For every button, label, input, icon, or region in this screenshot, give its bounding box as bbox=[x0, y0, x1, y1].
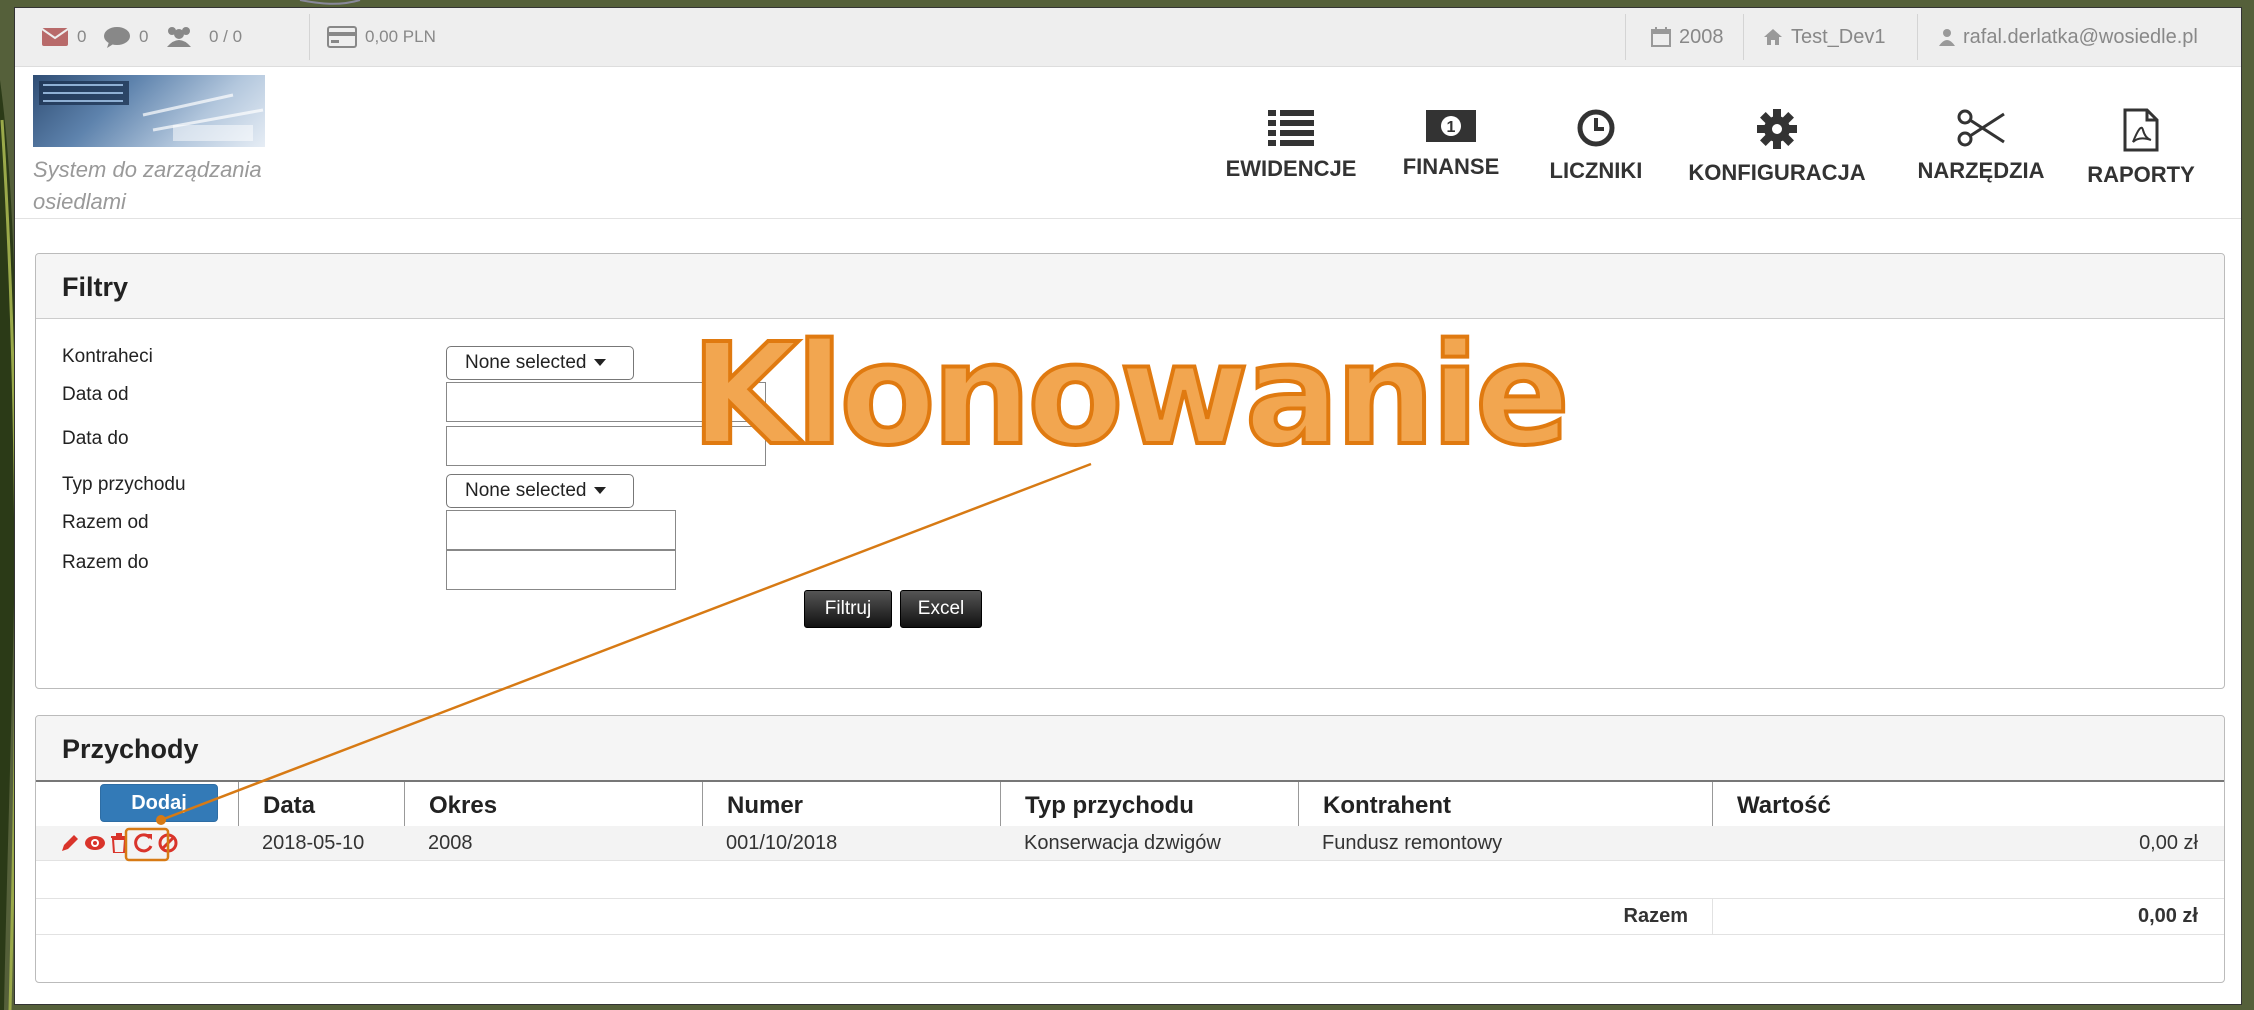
cell-wartosc: 0,00 zł bbox=[2139, 831, 2198, 854]
divider bbox=[1625, 14, 1626, 60]
users-icon bbox=[167, 27, 191, 47]
column-header[interactable]: Okres bbox=[404, 782, 702, 828]
svg-text:1: 1 bbox=[1447, 119, 1456, 136]
nav-narzedzia[interactable]: NARZĘDZIA bbox=[1901, 108, 2061, 198]
nav-label: EWIDENCJE bbox=[1225, 156, 1357, 181]
nav-label: NARZĘDZIA bbox=[1917, 158, 2045, 183]
add-button[interactable]: Dodaj bbox=[100, 784, 218, 822]
environment-selector[interactable]: Test_Dev1 bbox=[1763, 8, 1886, 66]
calendar-icon bbox=[1651, 27, 1671, 47]
divider bbox=[309, 14, 310, 60]
nav-label: KONFIGURACJA bbox=[1688, 160, 1866, 185]
nav-raporty[interactable]: RAPORTY bbox=[2071, 108, 2211, 198]
user-email: rafal.derlatka@wosiedle.pl bbox=[1963, 25, 2198, 48]
top-bar: 0 0 0 / 0 0,00 PLN 2008 Test_Dev1 rafal.… bbox=[15, 8, 2241, 67]
column-header[interactable]: Wartość bbox=[1712, 782, 2224, 828]
column-header[interactable]: Data bbox=[238, 782, 404, 828]
comment-icon bbox=[104, 27, 130, 48]
balance-indicator[interactable]: 0,00 PLN bbox=[327, 8, 436, 66]
typ-przychodu-value: None selected bbox=[465, 480, 587, 501]
kontrahenci-label: Kontraheci bbox=[62, 346, 153, 367]
year-value: 2008 bbox=[1679, 25, 1724, 48]
pdf-icon bbox=[2123, 108, 2159, 152]
razem-do-input[interactable] bbox=[446, 550, 676, 590]
actions-header: Dodaj bbox=[36, 782, 238, 828]
nav-konfiguracja[interactable]: KONFIGURACJA bbox=[1677, 108, 1877, 198]
empty-row bbox=[36, 860, 2224, 899]
filters-title: Filtry bbox=[36, 254, 2224, 319]
row-actions bbox=[36, 826, 238, 860]
app-logo[interactable] bbox=[33, 75, 265, 147]
money-icon: 1 bbox=[1426, 110, 1476, 142]
caret-down-icon bbox=[594, 359, 607, 366]
messages-count: 0 bbox=[77, 27, 87, 46]
column-header[interactable]: Numer bbox=[702, 782, 1000, 828]
data-od-label: Data od bbox=[62, 384, 129, 405]
edit-icon[interactable] bbox=[60, 833, 80, 853]
list-icon bbox=[1268, 110, 1314, 146]
delete-icon[interactable] bbox=[110, 833, 128, 853]
nav-ewidencje[interactable]: EWIDENCJE bbox=[1211, 108, 1371, 198]
column-header[interactable]: Kontrahent bbox=[1298, 782, 1712, 828]
filter-button[interactable]: Filtruj bbox=[804, 590, 892, 628]
gear-icon bbox=[1757, 109, 1797, 149]
table-row[interactable]: 2018-05-10 2008 001/10/2018 Konserwacja … bbox=[36, 826, 2224, 861]
totals-row: Razem 0,00 zł bbox=[36, 898, 2224, 935]
income-panel: Przychody Dodaj Data Okres Numer Typ prz… bbox=[35, 715, 2225, 983]
logo-image bbox=[39, 81, 264, 141]
envelope-icon bbox=[41, 28, 69, 46]
home-icon bbox=[1764, 29, 1782, 45]
typ-przychodu-label: Typ przychodu bbox=[62, 474, 186, 495]
typ-przychodu-multiselect[interactable]: None selected bbox=[446, 474, 634, 508]
total-label: Razem bbox=[1623, 904, 1688, 927]
messages-indicator[interactable]: 0 bbox=[41, 8, 86, 66]
cell-okres: 2008 bbox=[428, 831, 473, 854]
nav-liczniki[interactable]: LICZNIKI bbox=[1531, 108, 1661, 198]
app-tagline: System do zarządzania osiedlami bbox=[33, 157, 262, 214]
user-menu[interactable]: rafal.derlatka@wosiedle.pl bbox=[1939, 8, 2198, 66]
scissors-icon bbox=[1957, 109, 2005, 147]
caret-down-icon bbox=[594, 487, 607, 494]
divider bbox=[1743, 14, 1744, 60]
cell-typ: Konserwacja dzwigów bbox=[1024, 831, 1221, 854]
divider bbox=[1917, 14, 1918, 60]
razem-do-label: Razem do bbox=[62, 552, 149, 573]
column-header[interactable]: Typ przychodu bbox=[1000, 782, 1298, 828]
nav-finanse[interactable]: 1 FINANSE bbox=[1381, 108, 1521, 198]
total-value: 0,00 zł bbox=[2137, 904, 2198, 927]
razem-od-input[interactable] bbox=[446, 510, 676, 550]
kontrahenci-multiselect[interactable]: None selected bbox=[446, 346, 634, 380]
nav-label: RAPORTY bbox=[2087, 162, 2195, 187]
users-indicator[interactable]: 0 / 0 bbox=[163, 8, 242, 66]
comments-indicator[interactable]: 0 bbox=[103, 8, 148, 66]
nav-label: FINANSE bbox=[1402, 154, 1500, 179]
clock-icon bbox=[1577, 109, 1615, 147]
header-divider bbox=[15, 218, 2241, 219]
year-selector[interactable]: 2008 bbox=[1651, 8, 1724, 66]
users-count: 0 / 0 bbox=[209, 27, 243, 46]
data-do-label: Data do bbox=[62, 428, 129, 449]
excel-button[interactable]: Excel bbox=[900, 590, 982, 628]
razem-od-label: Razem od bbox=[62, 512, 149, 533]
credit-card-icon bbox=[327, 26, 357, 48]
clone-icon[interactable] bbox=[132, 832, 154, 854]
cancel-icon[interactable] bbox=[158, 833, 178, 853]
cell-data: 2018-05-10 bbox=[262, 831, 365, 854]
kontrahenci-value: None selected bbox=[465, 352, 587, 373]
cell-kontrahent: Fundusz remontowy bbox=[1322, 831, 1503, 854]
nav-label: LICZNIKI bbox=[1549, 158, 1643, 183]
user-icon bbox=[1939, 29, 1955, 46]
income-title: Przychody bbox=[36, 716, 2224, 781]
annotation-title: Klonowanie bbox=[689, 314, 1572, 477]
balance-value: 0,00 PLN bbox=[365, 27, 436, 46]
environment-name: Test_Dev1 bbox=[1791, 25, 1886, 48]
app-window: 0 0 0 / 0 0,00 PLN 2008 Test_Dev1 rafal.… bbox=[14, 7, 2242, 1005]
view-icon[interactable] bbox=[84, 833, 106, 853]
comments-count: 0 bbox=[139, 27, 149, 46]
cell-numer: 001/10/2018 bbox=[726, 831, 838, 854]
table-header: Dodaj Data Okres Numer Typ przychodu Kon… bbox=[36, 780, 2224, 829]
